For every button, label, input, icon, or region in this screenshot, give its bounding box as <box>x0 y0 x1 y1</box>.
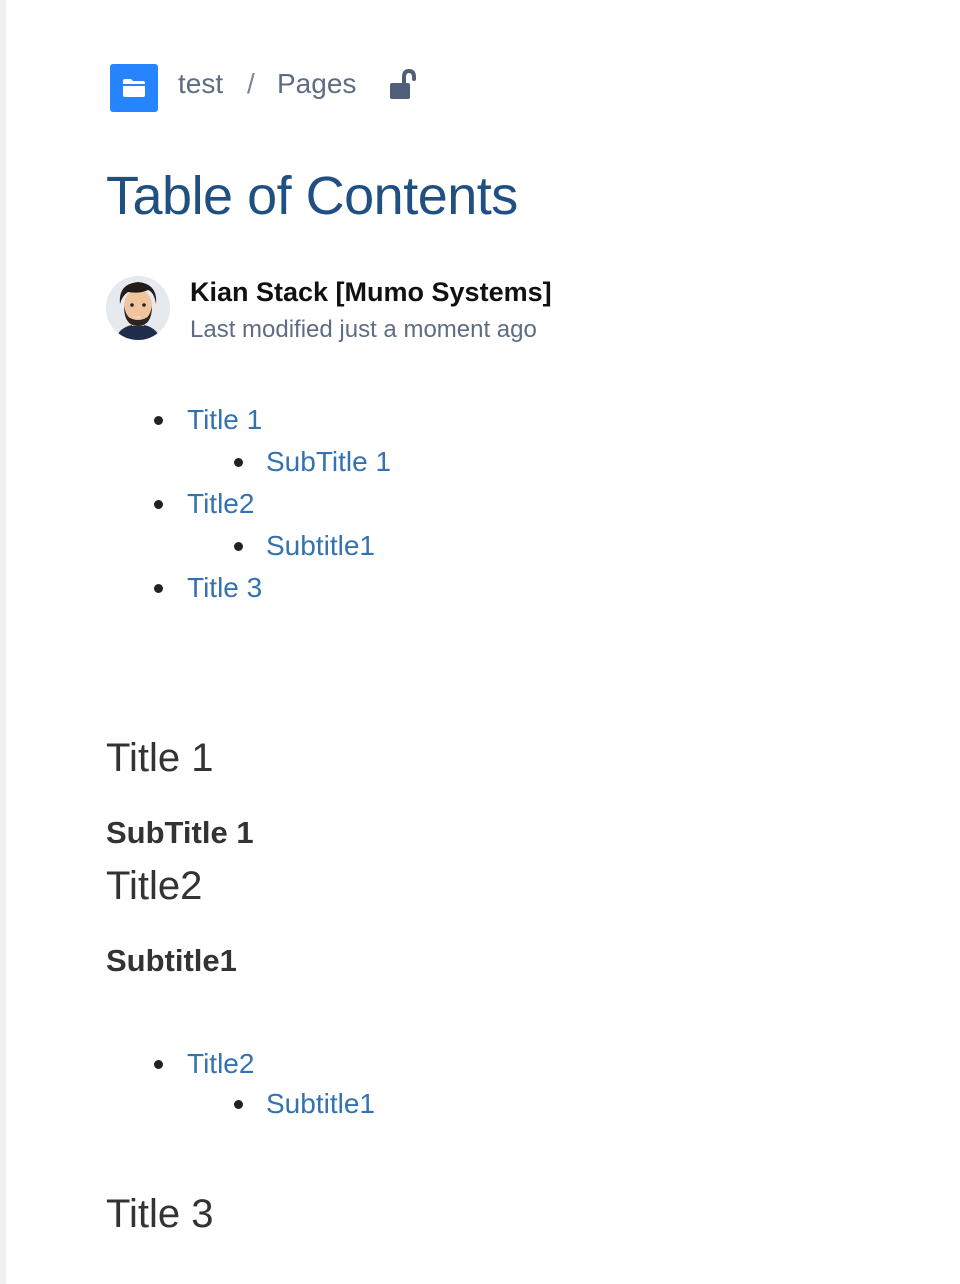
toc-link-subtitle1[interactable]: Subtitle1 <box>266 526 375 566</box>
toc-link-title-3[interactable]: Title 3 <box>187 568 262 608</box>
heading-subtitle1: Subtitle1 <box>106 943 237 978</box>
heading-title2: Title2 <box>106 864 203 908</box>
author-avatar[interactable] <box>106 276 170 340</box>
bullet-icon <box>234 458 243 467</box>
breadcrumb-pages-link[interactable]: Pages <box>277 64 356 104</box>
left-border <box>0 0 6 1284</box>
sub-toc-link-subtitle1[interactable]: Subtitle1 <box>266 1084 375 1124</box>
unlocked-padlock-icon[interactable] <box>388 68 418 107</box>
toc-link-title2[interactable]: Title2 <box>187 484 254 524</box>
bullet-icon <box>154 584 163 593</box>
author-name[interactable]: Kian Stack [Mumo Systems] <box>190 274 552 310</box>
sub-toc-link-title2[interactable]: Title2 <box>187 1044 254 1084</box>
heading-title-1: Title 1 <box>106 736 214 780</box>
bullet-icon <box>234 1100 243 1109</box>
heading-subtitle-1: SubTitle 1 <box>106 815 254 850</box>
bullet-icon <box>154 500 163 509</box>
space-folder-icon[interactable] <box>110 64 158 112</box>
toc-link-subtitle-1[interactable]: SubTitle 1 <box>266 442 391 482</box>
breadcrumb-space-link[interactable]: test <box>178 64 223 104</box>
toc-link-title-1[interactable]: Title 1 <box>187 400 262 440</box>
heading-title-3: Title 3 <box>106 1192 214 1236</box>
bullet-icon <box>234 542 243 551</box>
bullet-icon <box>154 416 163 425</box>
page-title: Table of Contents <box>106 166 518 226</box>
breadcrumb-separator: / <box>247 68 255 99</box>
last-modified-text[interactable]: Last modified just a moment ago <box>190 313 537 347</box>
bullet-icon <box>154 1060 163 1069</box>
